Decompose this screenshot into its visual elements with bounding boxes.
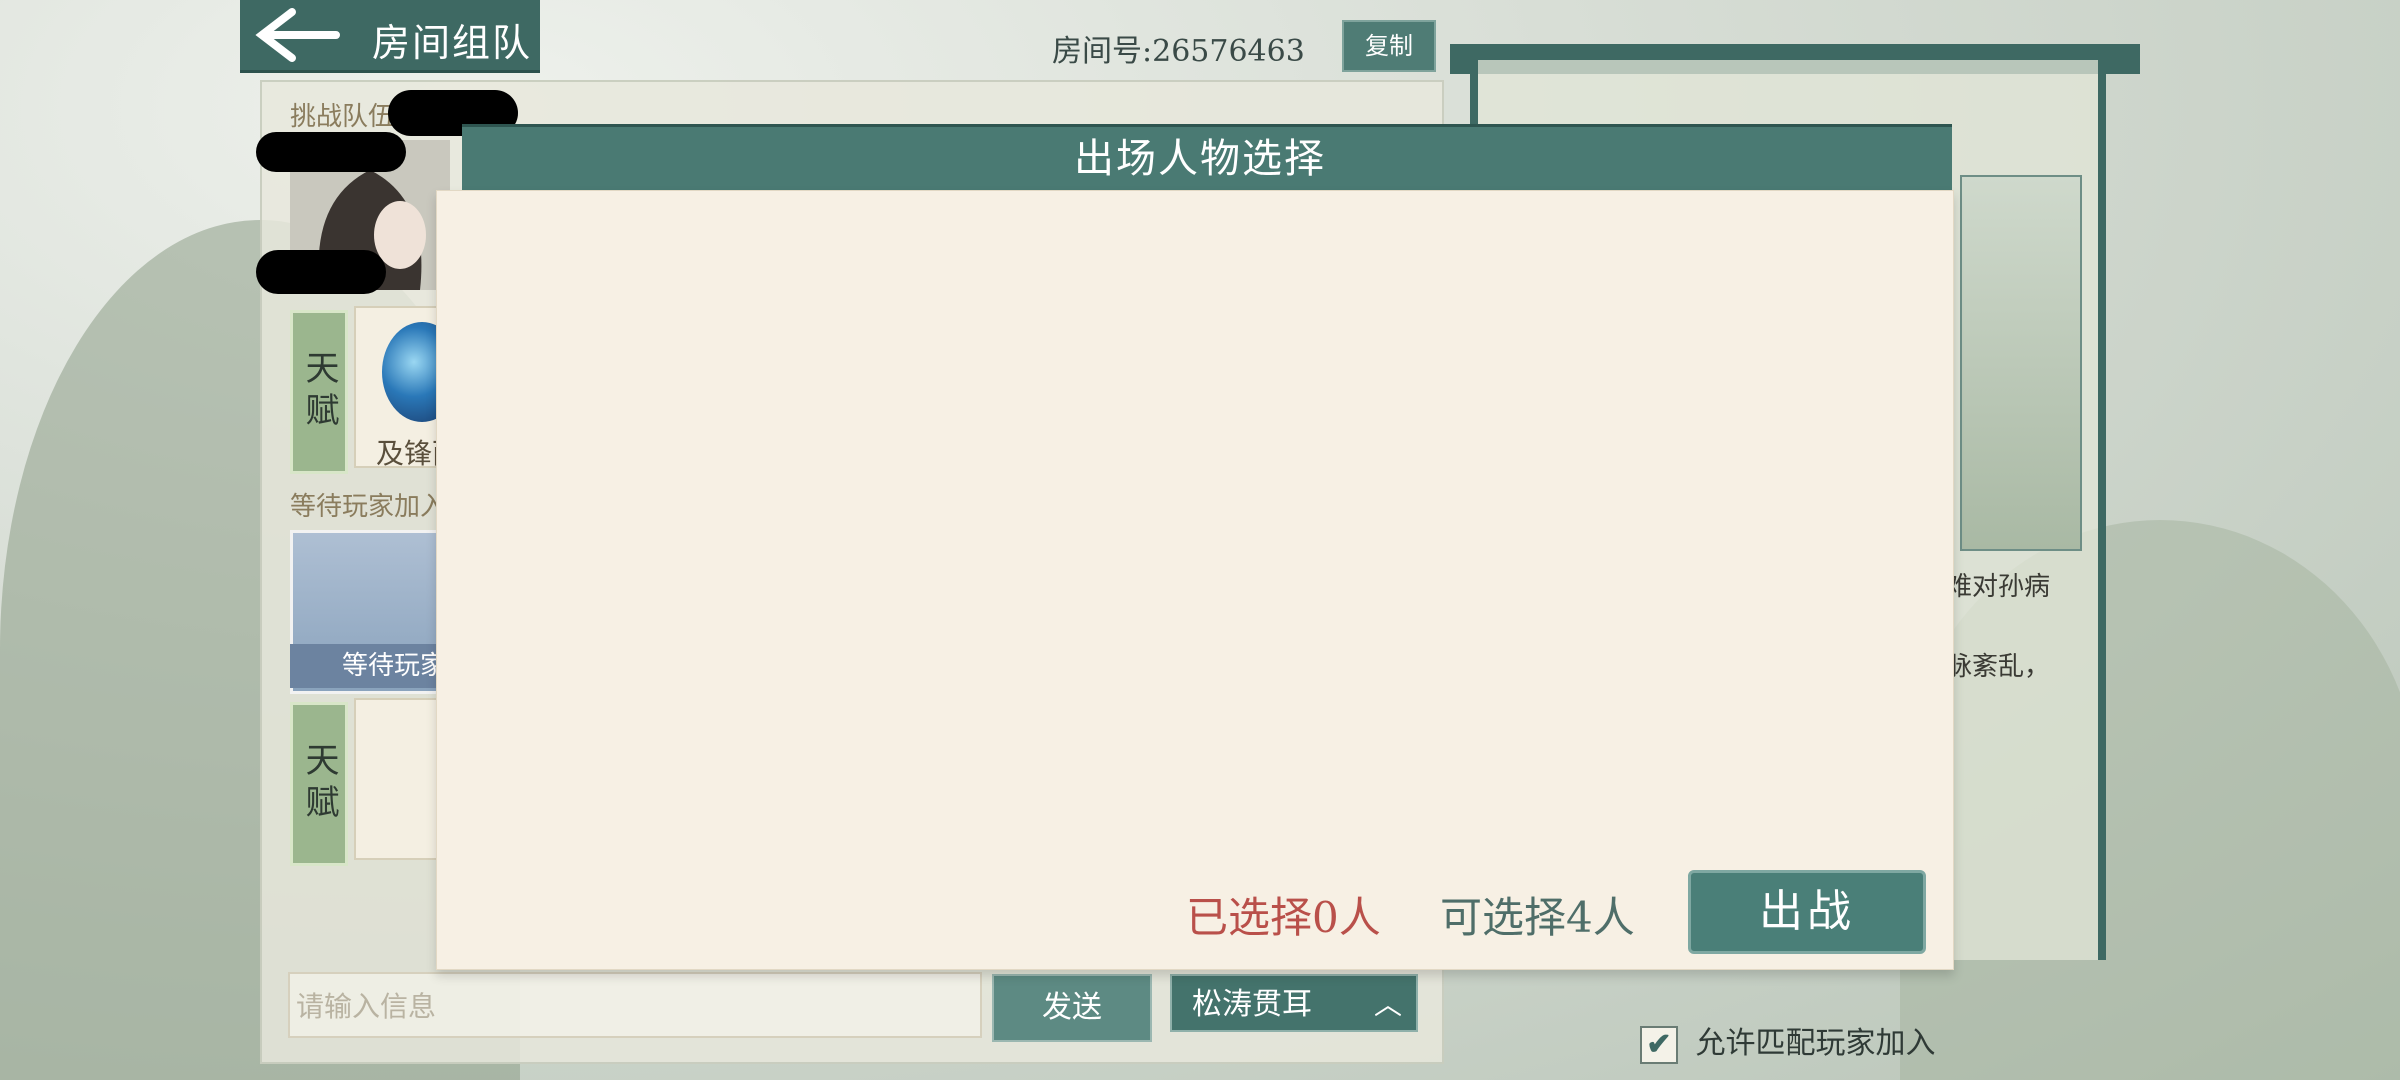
phrase-select[interactable]: 松涛贯耳 ︿: [1170, 974, 1418, 1032]
waiting-slot-label: 等待玩家: [290, 644, 450, 688]
stage-desc-line1: 难对孙病: [1946, 572, 2051, 602]
redacted-name-2: [256, 132, 406, 172]
allow-match-label: 允许匹配玩家加入: [1695, 1026, 1936, 1061]
copy-button[interactable]: 复制: [1342, 20, 1436, 72]
selected-count: 已选择0人: [1186, 893, 1381, 942]
talent-tag-1: 天赋: [290, 310, 348, 474]
team-label: 挑战队伍: [290, 102, 395, 132]
redacted-name-3: [256, 250, 386, 294]
talent-tag-2: 天赋: [290, 702, 348, 866]
allow-match-toggle[interactable]: ✔ 允许匹配玩家加入: [1640, 1018, 1936, 1064]
waiting-label: 等待玩家加入: [290, 492, 447, 522]
send-button[interactable]: 发送: [992, 974, 1152, 1042]
battle-button[interactable]: 出战: [1688, 870, 1926, 954]
top-header: 房间组队: [240, 0, 540, 73]
room-number: 房间号:26576463: [1052, 34, 1305, 69]
chat-input[interactable]: 请输入信息: [288, 972, 982, 1038]
stage-scene-image: [1960, 175, 2082, 551]
stage-desc-line2: 脉紊乱，: [1946, 652, 2051, 682]
chevron-up-icon: ︿: [1373, 988, 1402, 1021]
back-arrow-icon[interactable]: [252, 6, 342, 64]
check-icon[interactable]: ✔: [1640, 1026, 1678, 1064]
page-title: 房间组队: [372, 21, 533, 65]
character-select-dialog: [436, 190, 1954, 970]
phrase-select-label: 松涛贯耳: [1192, 987, 1312, 1022]
dialog-title: 出场人物选择: [1074, 136, 1326, 182]
available-count: 可选择4人: [1440, 893, 1635, 942]
